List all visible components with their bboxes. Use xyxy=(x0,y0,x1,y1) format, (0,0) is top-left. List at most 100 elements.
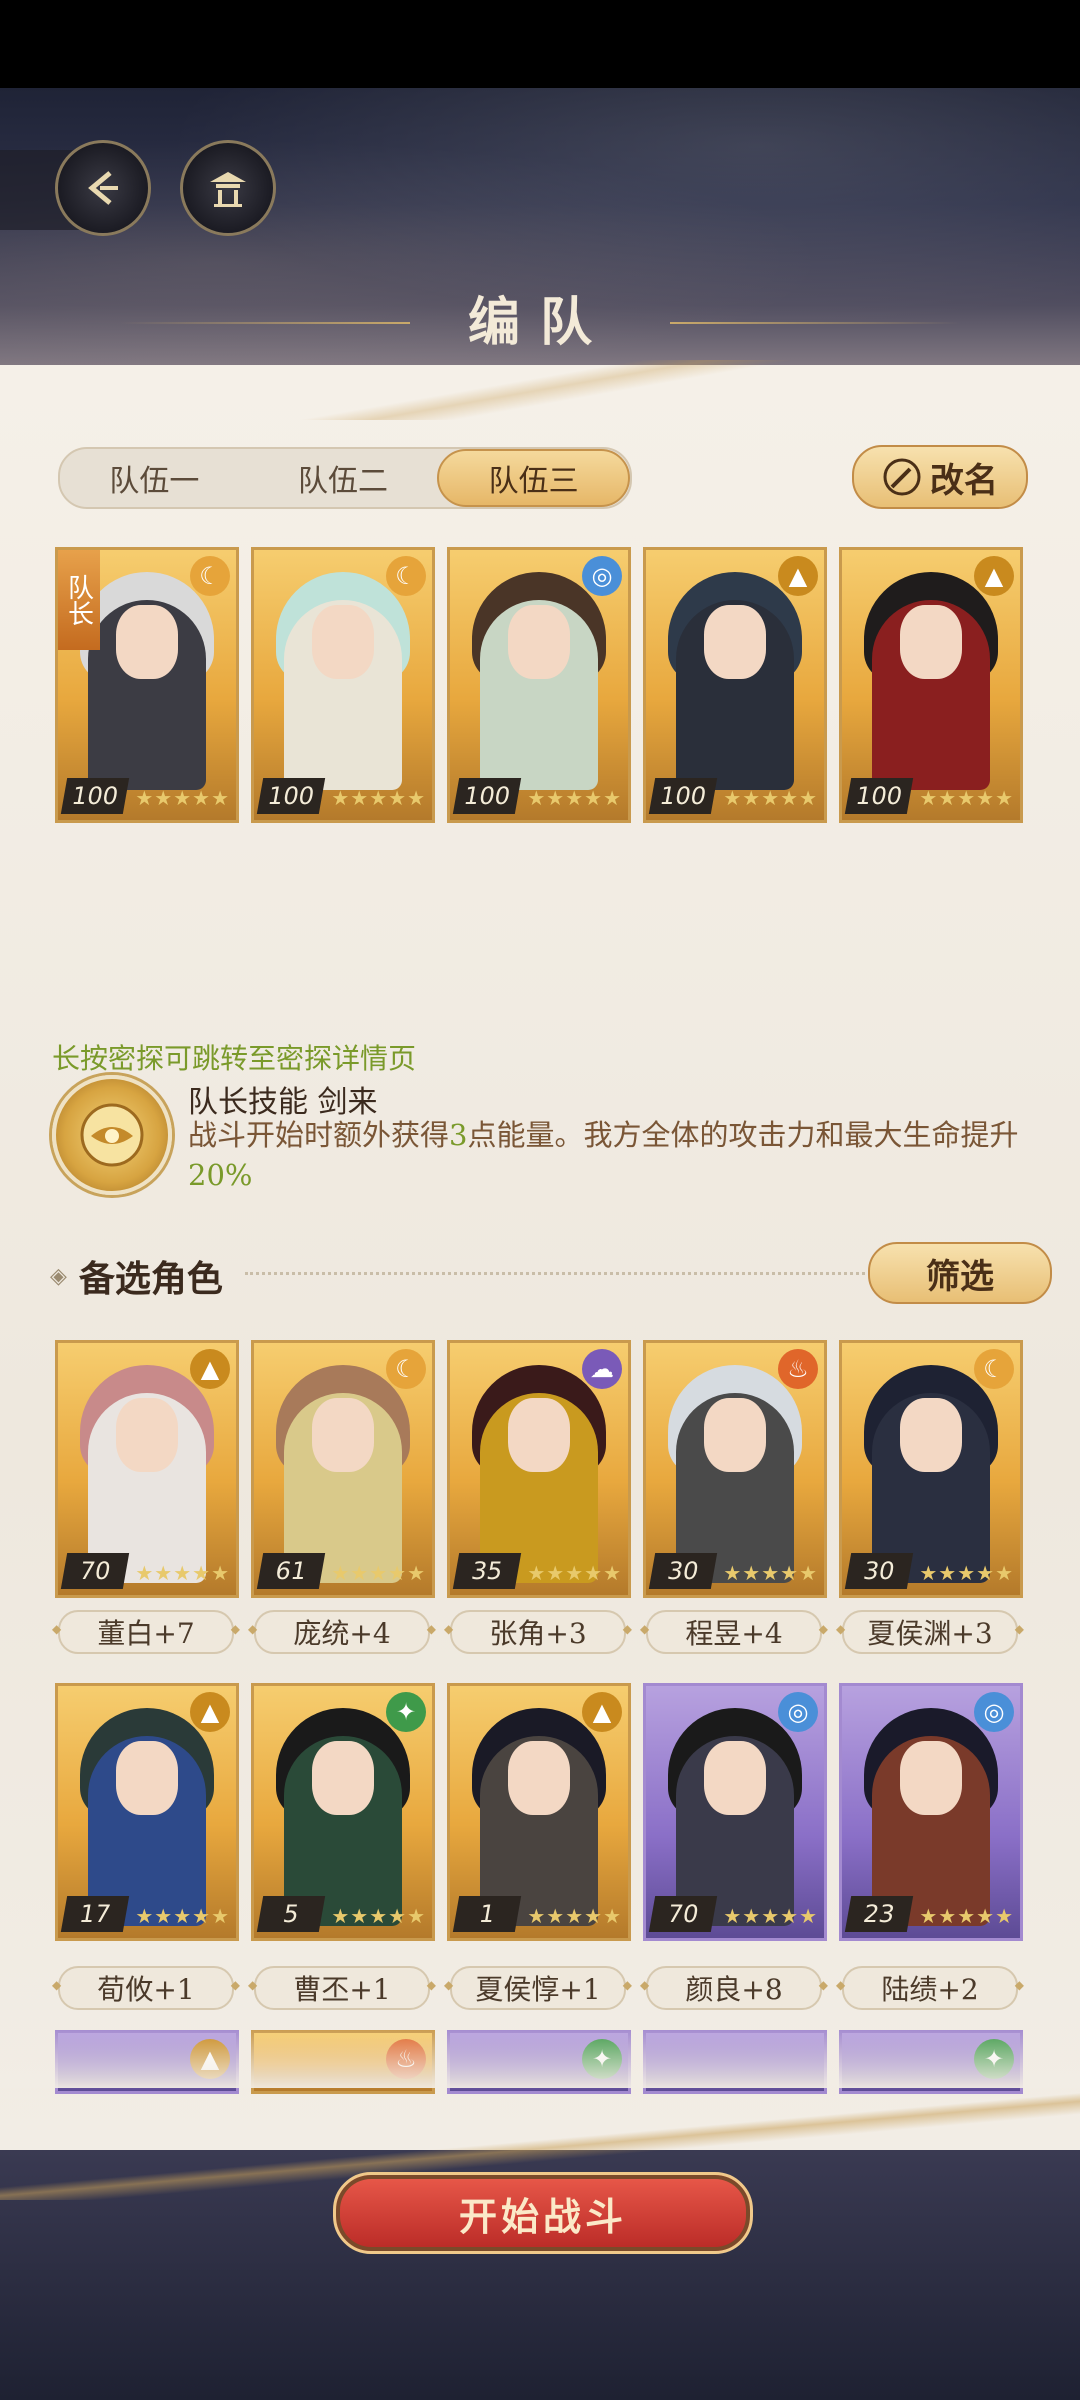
reserve-character-card[interactable]: ◎ 70 ★★★★★ xyxy=(643,1683,827,1941)
reserve-heading-label: 备选角色 xyxy=(78,1258,223,1300)
character-face xyxy=(116,1741,178,1815)
star-rating: ★★★★★ xyxy=(919,786,1014,810)
status-bar xyxy=(0,0,1080,88)
skill-desc-mid: 点能量。我方全体的攻击力和最大生命提升 xyxy=(467,1118,1019,1152)
diamond-icon: ◈ xyxy=(50,1263,67,1289)
reserve-character-card[interactable]: ▲ 17 ★★★★★ xyxy=(55,1683,239,1941)
panel-gold-decor xyxy=(0,360,1080,420)
star-rating: ★★★★★ xyxy=(919,1561,1014,1585)
tab-team-2[interactable]: 队伍二 xyxy=(249,449,438,507)
character-face xyxy=(116,1398,178,1472)
level-badge: 100 xyxy=(844,778,914,814)
team-member-card[interactable]: ▲ 100 ★★★★★ xyxy=(643,547,827,823)
character-face xyxy=(704,1398,766,1472)
filter-button[interactable]: 筛选 xyxy=(868,1242,1052,1304)
moon-element-icon: ☾ xyxy=(190,556,230,596)
team-member-card[interactable]: ◎ 100 ★★★★★ xyxy=(447,547,631,823)
star-rating: ★★★★★ xyxy=(331,786,426,810)
character-name-pill: 陆绩+2 xyxy=(836,1966,1024,2010)
moon-element-icon: ☾ xyxy=(386,556,426,596)
level-badge: 70 xyxy=(60,1553,130,1589)
level-badge: 1 xyxy=(452,1896,522,1932)
fire-element-icon: ♨ xyxy=(778,1349,818,1389)
character-name-pill: 颜良+8 xyxy=(640,1966,828,2010)
reserve-character-card[interactable]: ☾ 30 ★★★★★ xyxy=(839,1340,1023,1598)
reserve-character-card[interactable]: ✦ 5 ★★★★★ xyxy=(251,1683,435,1941)
leader-skill-desc: 战斗开始时额外获得3点能量。我方全体的攻击力和最大生命提升 20% xyxy=(188,1115,1038,1195)
start-battle-label: 开始战斗 xyxy=(458,2193,627,2239)
skill-desc-pct: 20% xyxy=(188,1158,253,1192)
wave-element-icon: ◎ xyxy=(778,1692,818,1732)
filter-label: 筛选 xyxy=(926,1256,994,1297)
character-face xyxy=(900,1741,962,1815)
character-face xyxy=(312,1741,374,1815)
mountain-element-icon: ▲ xyxy=(974,556,1014,596)
reserve-character-card[interactable]: ♨ 30 ★★★★★ xyxy=(643,1340,827,1598)
character-name-pill: 董白+7 xyxy=(52,1610,240,1654)
team-member-card[interactable]: ☾ 100 ★★★★★ xyxy=(251,547,435,823)
star-rating: ★★★★★ xyxy=(527,1904,622,1928)
brush-icon xyxy=(883,458,921,496)
character-name-pill: 程昱+4 xyxy=(640,1610,828,1654)
mountain-element-icon: ▲ xyxy=(190,1349,230,1389)
leader-tag: 队长 xyxy=(58,550,100,650)
character-name-pill: 张角+3 xyxy=(444,1610,632,1654)
character-face xyxy=(704,605,766,679)
reserve-heading: ◈ 备选角色 xyxy=(50,1250,223,1302)
character-name-pill: 荀攸+1 xyxy=(52,1966,240,2010)
character-name-pill: 夏侯惇+1 xyxy=(444,1966,632,2010)
mountain-element-icon: ▲ xyxy=(778,556,818,596)
rename-label: 改名 xyxy=(930,460,998,501)
level-badge: 30 xyxy=(844,1553,914,1589)
character-name-pill: 庞统+4 xyxy=(248,1610,436,1654)
team-tabs: 队伍一 队伍二 队伍三 xyxy=(58,447,632,509)
reserve-character-card[interactable]: ☾ 61 ★★★★★ xyxy=(251,1340,435,1598)
star-rating: ★★★★★ xyxy=(331,1904,426,1928)
character-face xyxy=(116,605,178,679)
heading-dotline xyxy=(245,1272,865,1275)
character-face xyxy=(900,605,962,679)
leaf-element-icon: ✦ xyxy=(386,1692,426,1732)
character-name-pill: 夏侯渊+3 xyxy=(836,1610,1024,1654)
home-button[interactable] xyxy=(180,140,276,236)
back-arrow-icon xyxy=(88,171,118,205)
team-member-card[interactable]: ▲ 100 ★★★★★ xyxy=(839,547,1023,823)
tab-team-3[interactable]: 队伍三 xyxy=(437,449,631,507)
level-badge: 30 xyxy=(648,1553,718,1589)
cloud-element-icon: ☁ xyxy=(582,1349,622,1389)
character-face xyxy=(508,1741,570,1815)
mountain-element-icon: ▲ xyxy=(190,1692,230,1732)
reserve-character-card[interactable]: ◎ 23 ★★★★★ xyxy=(839,1683,1023,1941)
star-rating: ★★★★★ xyxy=(331,1561,426,1585)
star-rating: ★★★★★ xyxy=(723,786,818,810)
team-member-card[interactable]: ☾ 队长 100 ★★★★★ xyxy=(55,547,239,823)
reserve-character-card[interactable]: ☁ 35 ★★★★★ xyxy=(447,1340,631,1598)
pavilion-icon xyxy=(210,172,246,207)
character-name-pill: 曹丕+1 xyxy=(248,1966,436,2010)
star-rating: ★★★★★ xyxy=(135,1904,230,1928)
back-button[interactable] xyxy=(55,140,151,236)
eye-emblem-icon xyxy=(80,1103,144,1167)
character-face xyxy=(312,1398,374,1472)
page-title: 编队 xyxy=(467,292,612,353)
star-rating: ★★★★★ xyxy=(919,1904,1014,1928)
star-rating: ★★★★★ xyxy=(135,1561,230,1585)
reserve-character-card[interactable]: ▲ 1 ★★★★★ xyxy=(447,1683,631,1941)
wave-element-icon: ◎ xyxy=(582,556,622,596)
tab-team-1[interactable]: 队伍一 xyxy=(60,449,249,507)
level-badge: 100 xyxy=(60,778,130,814)
rename-button[interactable]: 改名 xyxy=(852,445,1028,509)
character-face xyxy=(312,605,374,679)
star-rating: ★★★★★ xyxy=(723,1561,818,1585)
leader-skill-icon[interactable] xyxy=(52,1075,172,1195)
star-rating: ★★★★★ xyxy=(527,1561,622,1585)
star-rating: ★★★★★ xyxy=(723,1904,818,1928)
character-face xyxy=(900,1398,962,1472)
star-rating: ★★★★★ xyxy=(135,786,230,810)
hint-text: 长按密探可跳转至密探详情页 xyxy=(52,1042,417,1075)
reserve-character-card[interactable]: ▲ 70 ★★★★★ xyxy=(55,1340,239,1598)
start-battle-button[interactable]: 开始战斗 xyxy=(333,2172,753,2254)
mountain-element-icon: ▲ xyxy=(582,1692,622,1732)
star-rating: ★★★★★ xyxy=(527,786,622,810)
level-badge: 100 xyxy=(256,778,326,814)
